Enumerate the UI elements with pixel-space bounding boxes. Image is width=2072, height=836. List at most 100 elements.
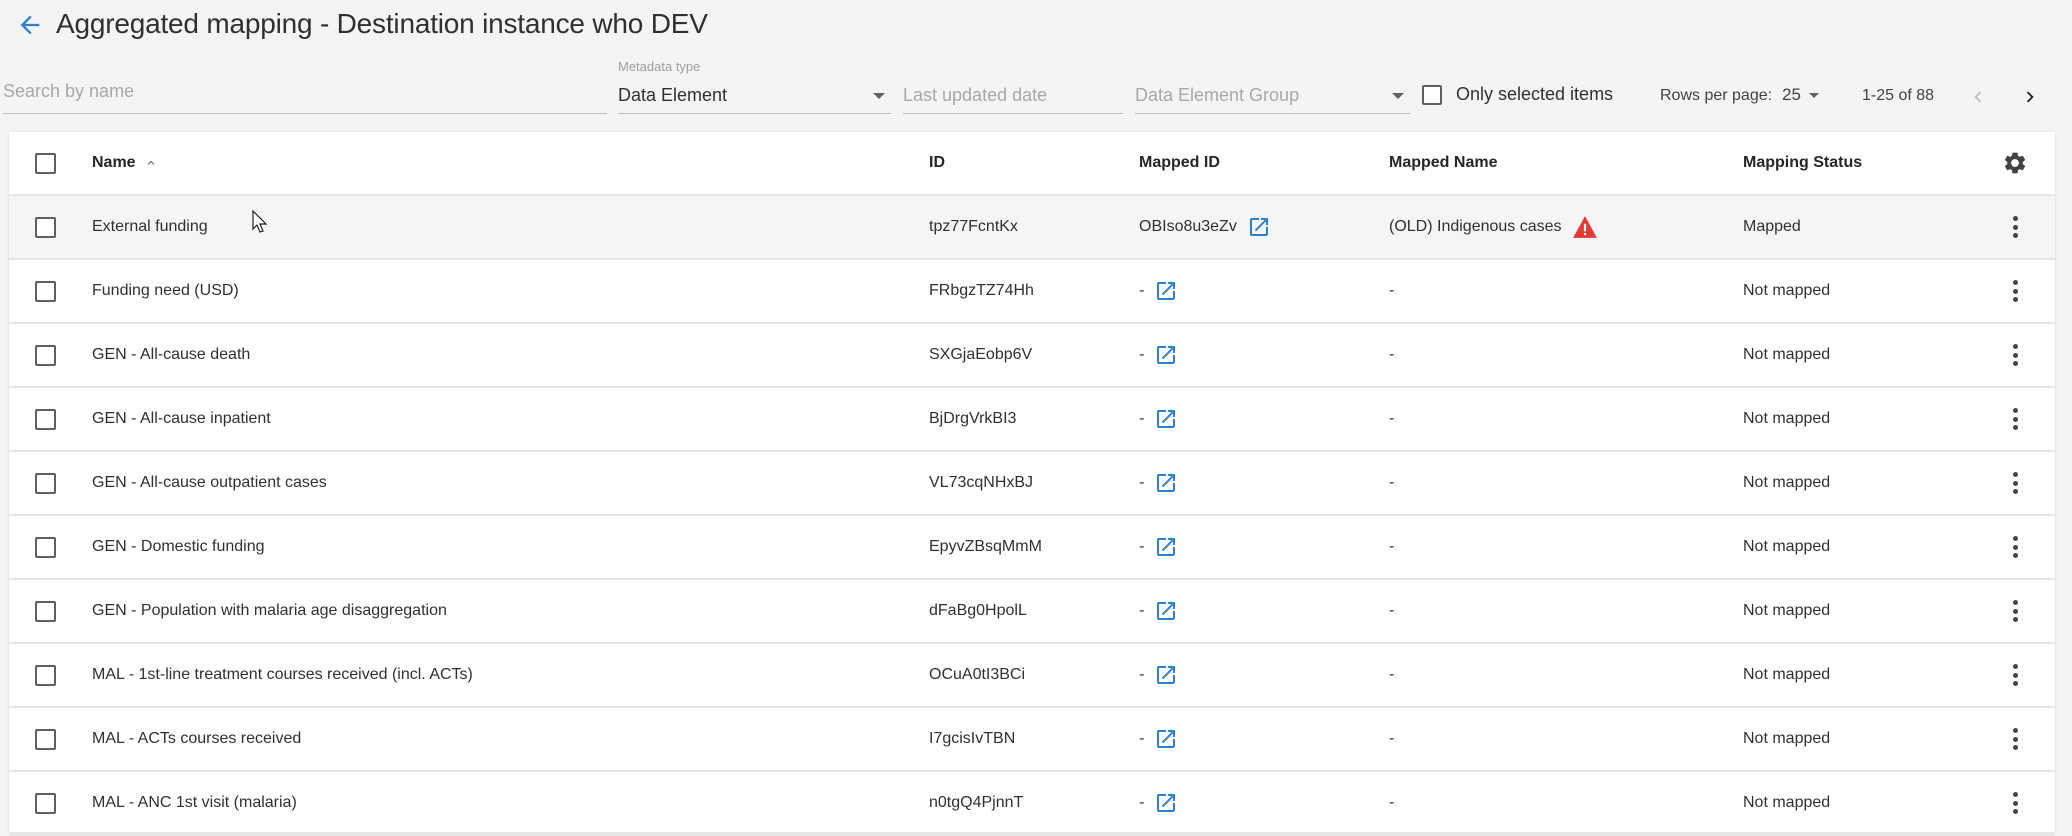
open-external-icon[interactable] [1154,727,1178,751]
row-checkbox[interactable] [35,344,56,366]
table-row[interactable]: GEN - All-cause inpatient BjDrgVrkBI3 - - No… [9,388,2055,452]
row-id: BjDrgVrkBI3 [929,410,1017,427]
more-vert-icon [2012,728,2018,750]
table-row[interactable]: GEN - All-cause death SXGjaEobp6V - - Not ma… [9,324,2055,388]
only-selected-items-toggle[interactable]: Only selected items [1422,84,1613,105]
row-actions-button[interactable] [1999,452,2031,514]
row-mapped-id: - [1139,452,1178,514]
open-external-icon[interactable] [1154,407,1178,431]
row-id: SXGjaEobp6V [929,346,1033,363]
table-row[interactable]: Funding need (USD) FRbgzTZ74Hh - - Not mappe… [9,260,2055,324]
data-element-group-select[interactable]: Data Element Group [1135,55,1410,114]
row-checkbox[interactable] [35,792,56,814]
more-vert-icon [2012,600,2018,622]
chevron-right-icon [2026,91,2034,103]
row-mapped-name: (OLD) Indigenous cases [1389,196,1598,258]
row-mapped-id-value: - [1139,666,1145,683]
more-vert-icon [2012,792,2018,814]
last-updated-date-field[interactable]: Last updated date [903,55,1123,114]
last-updated-date-placeholder: Last updated date [903,85,1048,105]
row-name: MAL - ANC 1st visit (malaria) [92,794,297,811]
row-mapped-id-value: OBIso8u3eZv [1139,218,1237,235]
row-checkbox[interactable] [35,664,56,686]
only-selected-checkbox[interactable] [1422,84,1442,105]
row-checkbox[interactable] [35,216,56,238]
row-mapped-id-value: - [1139,730,1145,747]
row-mapped-name-value: - [1389,538,1395,555]
row-checkbox[interactable] [35,472,56,494]
open-external-icon[interactable] [1154,343,1178,367]
rows-per-page-select[interactable]: 25 [1782,85,1819,105]
row-mapped-name-value: - [1389,282,1395,299]
open-external-icon[interactable] [1154,663,1178,687]
row-name: MAL - 1st-line treatment courses receive… [92,666,473,683]
row-mapped-id: OBIso8u3eZv [1139,196,1271,258]
row-mapping-status: Not mapped [1743,794,1831,811]
row-actions-button[interactable] [1999,772,2031,834]
row-checkbox[interactable] [35,728,56,750]
row-mapped-id: - [1139,516,1178,578]
table-header: Name ID Mapped ID Mapped Name Mapping St… [9,132,2055,196]
open-external-icon[interactable] [1154,599,1178,623]
open-external-icon[interactable] [1154,471,1178,495]
row-checkbox[interactable] [35,600,56,622]
row-mapped-name: - [1389,260,1394,322]
column-header-mapped-id[interactable]: Mapped ID [1139,132,1220,194]
row-checkbox[interactable] [35,280,56,302]
row-mapped-id-value: - [1139,474,1145,491]
row-actions-button[interactable] [1999,580,2031,642]
row-actions-button[interactable] [1999,516,2031,578]
row-actions-button[interactable] [1999,388,2031,450]
row-actions-button[interactable] [1999,196,2031,258]
metadata-type-select[interactable]: Metadata type Data Element [618,55,891,114]
gear-icon [2004,152,2026,174]
search-field[interactable] [3,55,607,114]
row-actions-button[interactable] [1999,644,2031,706]
table-row[interactable]: GEN - Population with malaria age disagg… [9,580,2055,644]
open-external-icon[interactable] [1154,535,1178,559]
row-id: tpz77FcntKx [929,218,1018,235]
chevron-down-icon [873,93,885,99]
row-actions-button[interactable] [1999,708,2031,770]
row-mapped-name: - [1389,708,1394,770]
row-id: n0tgQ4PjnnT [929,794,1024,811]
more-vert-icon [2012,664,2018,686]
open-external-icon[interactable] [1154,791,1178,815]
row-name: MAL - ACTs courses received [92,730,302,747]
chevron-down-icon [1808,92,1819,98]
table-row[interactable]: MAL - ACTs courses received I7gcisIvTBN - -… [9,708,2055,772]
open-external-icon[interactable] [1247,215,1271,239]
next-page-button[interactable] [2014,81,2046,113]
row-checkbox[interactable] [35,408,56,430]
row-mapping-status: Not mapped [1743,666,1831,683]
mapping-table: Name ID Mapped ID Mapped Name Mapping St… [9,132,2055,836]
row-mapped-id: - [1139,644,1178,706]
table-row[interactable]: MAL - 1st-line treatment courses receive… [9,644,2055,708]
open-external-icon[interactable] [1154,279,1178,303]
row-actions-button[interactable] [1999,324,2031,386]
back-button[interactable] [16,11,44,39]
previous-page-button[interactable] [1962,81,1994,113]
table-row[interactable]: MAL - ANC 1st visit (malaria) n0tgQ4PjnnT… [9,772,2055,836]
column-header-id[interactable]: ID [929,132,945,194]
row-mapped-name: - [1389,452,1394,514]
search-input[interactable] [3,81,607,102]
column-header-mapping-status[interactable]: Mapping Status [1743,132,1862,194]
row-mapped-id: - [1139,772,1178,834]
row-actions-button[interactable] [1999,260,2031,322]
table-row[interactable]: GEN - Domestic funding EpyvZBsqMmM - - Not m… [9,516,2055,580]
table-row[interactable]: External funding tpz77FcntKx OBIso8u3eZv (O… [9,196,2055,260]
sort-ascending-icon [147,160,155,165]
column-header-mapped-name[interactable]: Mapped Name [1389,132,1497,194]
row-id: EpyvZBsqMmM [929,538,1042,555]
table-row[interactable]: GEN - All-cause outpatient cases VL73cqNH… [9,452,2055,516]
row-id: OCuA0tI3BCi [929,666,1026,683]
row-checkbox[interactable] [35,536,56,558]
metadata-type-label: Metadata type [618,59,701,74]
chevron-down-icon [1392,93,1404,99]
column-header-name[interactable]: Name [92,132,158,194]
select-all-checkbox[interactable] [35,152,56,174]
page-title: Aggregated mapping - Destination instanc… [56,8,708,39]
row-id: dFaBg0HpolL [929,602,1027,619]
column-settings-button[interactable] [1999,132,2031,194]
